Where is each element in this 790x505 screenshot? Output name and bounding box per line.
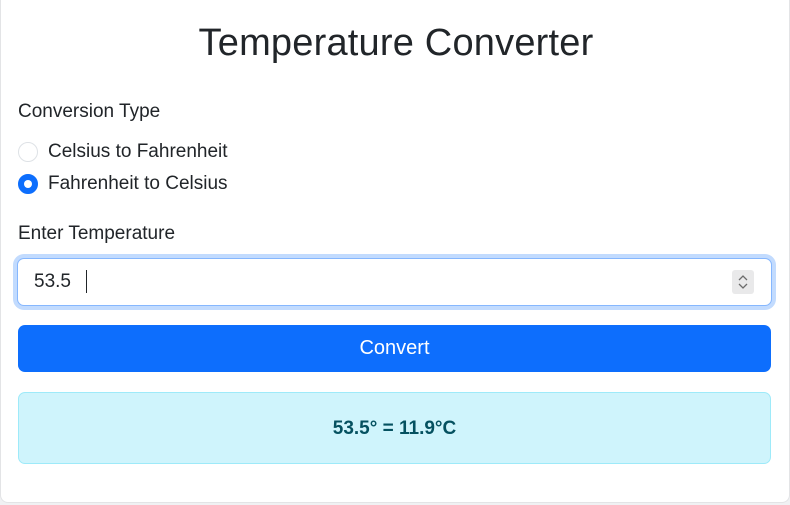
radio-label: Celsius to Fahrenheit — [48, 141, 228, 162]
result-alert: 53.5° = 11.9°C — [18, 392, 771, 464]
page-title: Temperature Converter — [198, 22, 594, 64]
radio-celsius-to-fahrenheit[interactable]: Celsius to Fahrenheit — [18, 139, 228, 165]
conversion-type-label: Conversion Type — [18, 101, 161, 122]
text-caret — [86, 270, 87, 293]
convert-button[interactable]: Convert — [18, 325, 771, 372]
chevron-up-icon[interactable] — [738, 274, 748, 281]
radio-button-unchecked[interactable] — [18, 142, 38, 162]
radio-fahrenheit-to-celsius[interactable]: Fahrenheit to Celsius — [18, 171, 228, 197]
number-spinner[interactable] — [732, 270, 754, 294]
radio-label: Fahrenheit to Celsius — [48, 173, 228, 194]
radio-button-checked[interactable] — [18, 174, 38, 194]
temperature-input-value[interactable]: 53.5 — [34, 271, 71, 293]
converter-card: Temperature Converter Conversion Type Ce… — [0, 0, 790, 503]
temperature-label: Enter Temperature — [18, 223, 176, 244]
chevron-down-icon[interactable] — [738, 283, 748, 290]
temperature-input[interactable]: 53.5 — [17, 258, 772, 306]
